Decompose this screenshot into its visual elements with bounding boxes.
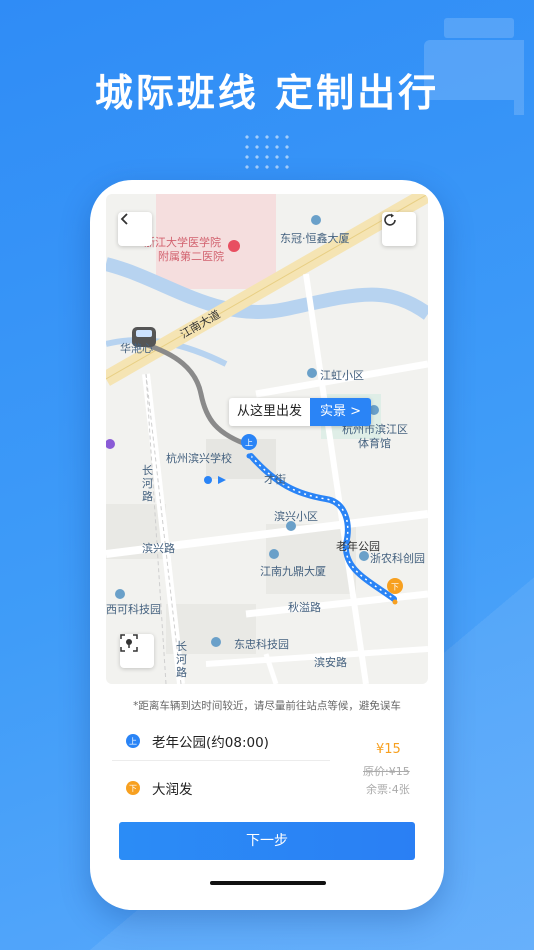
locate-icon <box>120 634 138 652</box>
board-icon: 上 <box>126 734 140 748</box>
map-label-binan-road: 滨安路 <box>314 656 347 669</box>
map-label-jianghong: 江虹小区 <box>320 369 364 382</box>
map-label-dongguan: 东冠·恒鑫大厦 <box>280 232 350 245</box>
price: ¥15 <box>376 742 401 757</box>
current-location-dot <box>204 476 212 484</box>
map-label-gym-2: 体育馆 <box>358 437 391 450</box>
street-view-button[interactable]: 实景 > <box>310 398 372 426</box>
next-step-button[interactable]: 下一步 <box>119 822 415 860</box>
departure-callout[interactable]: 从这里出发 实景 > <box>229 398 372 426</box>
map-label-changhe-road-2: 长河路 <box>176 640 187 679</box>
svg-text:上: 上 <box>245 439 253 448</box>
map-label-changhe-road: 长河路 <box>142 464 153 503</box>
divider <box>112 760 330 761</box>
map-label-dongzhong: 东忠科技园 <box>234 638 289 651</box>
dot-pattern <box>242 132 294 172</box>
page-headline: 城际班线 定制出行 <box>94 71 440 115</box>
map-label-zhenong: 浙农科创园 <box>370 552 425 565</box>
from-stop[interactable]: 上 老年公园(约08:00) <box>126 731 269 751</box>
refresh-button[interactable] <box>382 212 416 246</box>
to-stop[interactable]: 下 大润发 <box>126 778 193 798</box>
map-label-hospital-2: 附属第二医院 <box>158 250 224 263</box>
traveled-route <box>141 341 254 449</box>
callout-text: 从这里出发 <box>237 404 303 419</box>
home-indicator[interactable] <box>210 881 326 885</box>
map-label-huachuang: 华滟心 <box>120 342 153 355</box>
map-label-xike: 西可科技园 <box>106 603 161 616</box>
route-map[interactable]: 上 下 浙江大学医学院 附属第二医院 东冠·恒鑫大厦 江南大道 华滟心 江虹小区… <box>106 194 428 684</box>
refresh-icon <box>384 213 396 226</box>
to-stop-label: 大润发 <box>152 782 193 798</box>
map-label-qiuyi-road: 秋溢路 <box>288 601 321 614</box>
alight-icon: 下 <box>126 781 140 795</box>
phone-mockup: 上 下 浙江大学医学院 附属第二医院 东冠·恒鑫大厦 江南大道 华滟心 江虹小区… <box>90 180 444 910</box>
back-button[interactable] <box>118 212 152 246</box>
map-label-school: 杭州滨兴学校 <box>166 452 232 465</box>
remaining-tickets: 余票:4张 <box>366 783 410 796</box>
map-label-jiuding: 江南九鼎大厦 <box>260 565 326 578</box>
map-label-binxing-road: 滨兴路 <box>142 542 175 555</box>
notice-text: *距离车辆到达时间较近，请尽量前往站点等候，避免误车 <box>133 700 401 712</box>
chevron-left-icon <box>120 213 128 225</box>
svg-text:下: 下 <box>391 583 399 592</box>
map-label-caiji: 才街 <box>264 473 286 486</box>
from-stop-label: 老年公园(约08:00) <box>152 735 269 751</box>
original-price: 原价:¥15 <box>363 765 410 778</box>
locate-button[interactable] <box>120 634 154 668</box>
map-label-binxing-xiaoqu: 滨兴小区 <box>274 510 318 523</box>
hospital-icon <box>228 240 240 252</box>
